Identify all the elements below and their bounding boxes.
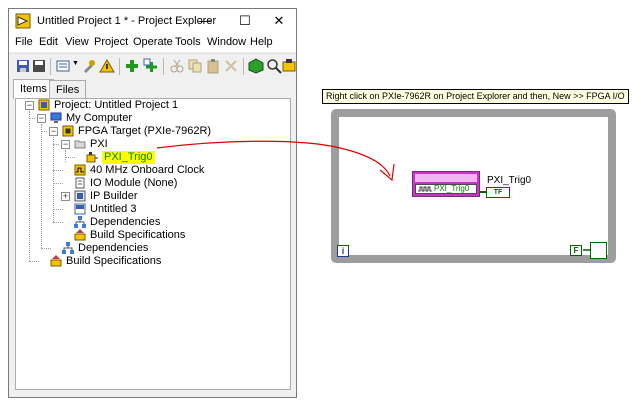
loop-condition-terminal[interactable] — [590, 242, 607, 259]
iteration-terminal-label: i — [341, 246, 345, 256]
iteration-terminal[interactable]: i — [337, 245, 349, 257]
false-constant-label: F — [573, 246, 579, 255]
diagram-overlay — [156, 140, 604, 256]
false-constant[interactable]: F — [570, 245, 582, 256]
red-arrow — [156, 140, 391, 177]
